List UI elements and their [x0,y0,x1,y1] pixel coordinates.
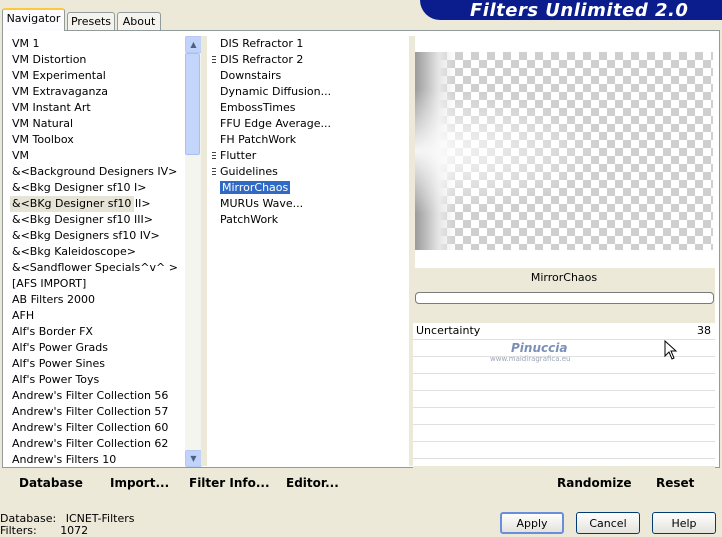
category-item[interactable]: Andrew's Filter Collection 60 [10,420,178,436]
category-list[interactable]: VM 1 VM Distortion VM Experimental VM Extra… [10,36,178,468]
category-item[interactable]: VM Instant Art [10,100,178,116]
tab-presets[interactable]: Presets [67,12,115,30]
database-button[interactable]: Database [19,476,83,490]
filter-label: Guidelines [220,165,278,178]
category-scrollbar[interactable]: ▲ ▼ [185,36,202,467]
reset-button[interactable]: Reset [656,476,694,490]
scroll-thumb[interactable] [185,53,200,155]
filter-label: DIS Refractor 1 [220,37,304,50]
filter-item[interactable]: DIS Refractor 1 [212,36,331,52]
filter-label: Downstairs [220,69,282,82]
filter-item[interactable]: EmbossTimes [212,100,331,116]
column-divider [201,36,207,466]
category-item[interactable]: VM Distortion [10,52,178,68]
filter-item[interactable]: Downstairs [212,68,331,84]
filter-item[interactable]: PatchWork [212,212,331,228]
mouse-cursor-icon [664,340,678,360]
filter-info-button[interactable]: Filter Info... [189,476,270,490]
import-button[interactable]: Import... [110,476,169,490]
watermark-url: www.maidiragrafica.eu [490,355,571,363]
category-item[interactable]: &<Bkg Designers sf10 IV> [10,228,178,244]
category-item[interactable]: &<Background Designers IV> [10,164,178,180]
watermark-text: Pinuccia [511,341,568,355]
filter-item[interactable]: Guidelines [212,164,331,180]
parameter-name: Uncertainty [416,324,481,337]
category-item[interactable]: VM [10,148,178,164]
favorite-marker-icon [212,168,216,177]
filter-label: EmbossTimes [220,101,296,114]
parameter-row[interactable]: Uncertainty 38 [413,323,715,340]
filters-label: Filters: [0,524,37,537]
category-item[interactable]: Andrew's Filter Collection 57 [10,404,178,420]
filter-title: MirrorChaos [530,271,598,284]
apply-button[interactable]: Apply [500,512,564,534]
category-item[interactable]: Alf's Power Grads [10,340,178,356]
randomize-button[interactable]: Randomize [557,476,631,490]
category-item[interactable]: VM Experimental [10,68,178,84]
filter-label: FH PatchWork [220,133,297,146]
category-item[interactable]: Andrew's Filter Collection 62 [10,436,178,452]
filter-label: Dynamic Diffusion... [220,85,332,98]
filter-item[interactable]: FH PatchWork [212,132,331,148]
category-item[interactable]: &<Bkg Designer sf10 I> [10,180,178,196]
category-item[interactable]: Alf's Border FX [10,324,178,340]
filter-list[interactable]: DIS Refractor 1 DIS Refractor 2 Downstairs… [212,36,331,228]
filter-label: FFU Edge Average... [220,117,332,130]
category-item[interactable]: AB Filters 2000 [10,292,178,308]
filter-item[interactable]: Flutter [212,148,331,164]
filters-status: Filters: 1072 [0,524,88,537]
filter-item[interactable]: MirrorChaos [212,180,331,196]
progress-bar [415,292,714,304]
filter-label: MirrorChaos [220,181,291,194]
filter-item[interactable]: DIS Refractor 2 [212,52,331,68]
filter-label: PatchWork [220,213,279,226]
category-item[interactable]: &<Bkg Designer sf10 III> [10,212,178,228]
favorite-marker-icon [212,56,216,65]
editor-button[interactable]: Editor... [286,476,339,490]
tab-about[interactable]: About [117,12,161,30]
scroll-down-button[interactable]: ▼ [185,450,202,467]
favorite-marker-icon [212,152,216,161]
category-item[interactable]: Alf's Power Sines [10,356,178,372]
category-item[interactable]: VM Toolbox [10,132,178,148]
category-item[interactable]: &<Sandflower Specials^v^ > [10,260,178,276]
category-item[interactable]: &<BKg Designer sf10 II> [10,196,151,212]
filter-label: MURUs Wave... [220,197,304,210]
app-title: Filters Unlimited 2.0 [470,0,689,21]
category-item[interactable]: Andrew's Filter Collection 56 [10,388,178,404]
filter-label: DIS Refractor 2 [220,53,304,66]
category-item[interactable]: VM 1 [10,36,178,52]
scroll-up-button[interactable]: ▲ [185,36,202,53]
filter-item[interactable]: FFU Edge Average... [212,116,331,132]
category-item[interactable]: AFH [10,308,178,324]
tab-navigator[interactable]: Navigator [2,8,65,31]
category-item[interactable]: VM Natural [10,116,178,132]
filters-count: 1072 [60,524,89,537]
category-item[interactable]: [AFS IMPORT] [10,276,178,292]
help-button[interactable]: Help [652,512,716,534]
filter-label: Flutter [220,149,257,162]
filter-preview [415,52,713,250]
filter-item[interactable]: MURUs Wave... [212,196,331,212]
category-item[interactable]: &<Bkg Kaleidoscope> [10,244,178,260]
category-item[interactable]: Alf's Power Toys [10,372,178,388]
category-item[interactable]: VM Extravaganza [10,84,178,100]
parameter-value[interactable]: 38 [697,324,711,337]
cancel-button[interactable]: Cancel [576,512,640,534]
category-item[interactable]: Andrew's Filters 10 [10,452,178,468]
filter-item[interactable]: Dynamic Diffusion... [212,84,331,100]
